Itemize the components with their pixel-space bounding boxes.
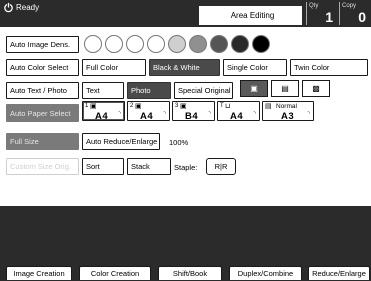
density-level-6[interactable] — [189, 35, 207, 53]
sort-button[interactable]: Sort — [82, 158, 124, 175]
bypass-tray-icon: ⊔ — [225, 103, 231, 110]
paper-tray-3[interactable]: 3 ▣ B4 ◝ — [172, 101, 215, 122]
density-level-1[interactable] — [84, 35, 102, 53]
tray-icon: ▣ — [180, 103, 187, 110]
auto-text-photo-button[interactable]: Auto Text / Photo — [6, 82, 79, 99]
tab-color-creation[interactable]: Color Creation — [79, 266, 151, 280]
tray-paper-size: A4 — [140, 111, 154, 122]
staple-label: Staple: — [174, 163, 198, 172]
tab-duplex-combine[interactable]: Duplex/Combine — [229, 266, 302, 280]
qty-value: 1 — [325, 9, 333, 25]
copy-display: Copy 0 — [339, 2, 371, 25]
photo-button[interactable]: Photo — [127, 82, 171, 99]
special-original-button[interactable]: Special Original — [174, 82, 233, 99]
qty-label: Qty — [309, 3, 319, 9]
photo-type-printed-icon[interactable]: ▣ — [240, 80, 268, 97]
density-level-2[interactable] — [105, 35, 123, 53]
mode-indicator: Area Editing — [199, 6, 302, 25]
tab-shift-book[interactable]: Shift/Book — [158, 266, 222, 280]
quantity-display: Qty 1 — [306, 2, 338, 25]
tab-reduce-enlarge[interactable]: Reduce/Enlarge — [308, 266, 370, 280]
text-button[interactable]: Text — [82, 82, 124, 99]
black-white-button[interactable]: Black & White — [149, 59, 220, 76]
density-level-5[interactable] — [168, 35, 186, 53]
orientation-icon: ◝ — [307, 111, 310, 117]
auto-image-density-button[interactable]: Auto Image Dens. — [6, 36, 79, 53]
stack-button[interactable]: Stack — [127, 158, 171, 175]
paper-tray-1[interactable]: 1 ▣ A4 ◝ — [82, 101, 125, 122]
copy-value: 0 — [358, 9, 366, 25]
tray-paper-size: A4 — [95, 111, 109, 122]
density-level-9[interactable] — [252, 35, 270, 53]
paper-tray-large[interactable]: ▤ Normal A3 ◝ — [262, 101, 314, 122]
tray-paper-size: A4 — [230, 111, 244, 122]
auto-color-select-button[interactable]: Auto Color Select — [6, 59, 79, 76]
zoom-percent: 100% — [169, 138, 189, 147]
density-level-4[interactable] — [147, 35, 165, 53]
density-level-3[interactable] — [126, 35, 144, 53]
paper-tray-2[interactable]: 2 ▣ A4 ◝ — [127, 101, 170, 122]
density-level-7[interactable] — [210, 35, 228, 53]
tray-number: 1 — [85, 103, 89, 109]
photo-type-copied-icon[interactable]: ▩ — [302, 80, 330, 97]
orientation-icon: ◝ — [118, 111, 121, 117]
tray-number: 2 — [130, 103, 134, 109]
paper-tray-bypass[interactable]: T ⊔ A4 ◝ — [217, 101, 260, 122]
status-area: Ready — [3, 2, 39, 13]
staple-position-button[interactable]: R|R — [206, 158, 236, 175]
tray-number: 3 — [175, 103, 179, 109]
tray-type-label: Normal — [276, 103, 297, 110]
custom-size-original-button: Custom Size Orig. — [6, 158, 79, 175]
status-header: Ready Area Editing Qty 1 Copy 0 — [0, 0, 371, 27]
auto-paper-select-button[interactable]: Auto Paper Select — [6, 104, 79, 122]
tray-paper-size: B4 — [185, 111, 199, 122]
orientation-icon: ◝ — [208, 111, 211, 117]
orientation-icon: ◝ — [163, 111, 166, 117]
copy-label: Copy — [342, 3, 357, 9]
twin-color-button[interactable]: Twin Color — [290, 59, 368, 76]
full-color-button[interactable]: Full Color — [82, 59, 146, 76]
tray-icon: ▣ — [135, 103, 142, 110]
orientation-icon: ◝ — [253, 111, 256, 117]
auto-reduce-enlarge-button[interactable]: Auto Reduce/Enlarge — [82, 133, 160, 150]
density-level-8[interactable] — [231, 35, 249, 53]
status-text: Ready — [16, 3, 40, 12]
tray-icon: ▣ — [90, 103, 97, 110]
photo-type-glossy-icon[interactable]: ▤ — [271, 80, 299, 97]
full-size-button[interactable]: Full Size — [6, 133, 79, 150]
tray-paper-size: A3 — [281, 111, 295, 122]
single-color-button[interactable]: Single Color — [223, 59, 287, 76]
tab-image-creation[interactable]: Image Creation — [6, 266, 72, 280]
power-icon — [4, 2, 13, 13]
large-tray-icon: ▤ — [265, 103, 272, 110]
tray-number: T — [220, 103, 224, 109]
